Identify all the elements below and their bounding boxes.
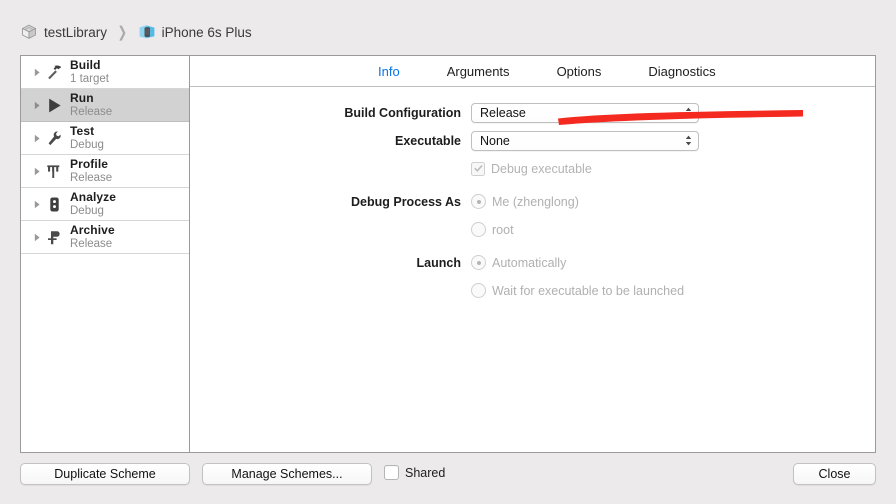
sidebar-item-subtitle: Debug bbox=[70, 204, 104, 217]
breadcrumb-project-label: testLibrary bbox=[44, 24, 108, 40]
info-form: Build Configuration Release Executable N… bbox=[190, 87, 875, 301]
sidebar-item-analyze[interactable]: Analyze Debug bbox=[21, 188, 189, 221]
launch-option-wait[interactable]: Wait for executable to be launched bbox=[471, 283, 684, 298]
tab-options[interactable]: Options bbox=[557, 64, 602, 79]
breadcrumb-separator: ❯ bbox=[117, 24, 128, 41]
bottom-button-bar: Duplicate Scheme Manage Schemes... Share… bbox=[0, 459, 896, 504]
scheme-detail-pane: Info Arguments Options Diagnostics Build… bbox=[190, 56, 875, 452]
scheme-action-list: Build 1 target Run Release Test Debug Pr… bbox=[21, 56, 190, 452]
stepper-icon[interactable] bbox=[684, 106, 693, 119]
sidebar-item-subtitle: Release bbox=[70, 105, 113, 118]
chevron-right-icon[interactable] bbox=[31, 200, 43, 209]
row-build-configuration: Build Configuration Release bbox=[190, 102, 875, 123]
row-executable: Executable None bbox=[190, 130, 875, 151]
sidebar-item-run[interactable]: Run Release bbox=[21, 89, 189, 122]
launch-option-automatically[interactable]: Automatically bbox=[471, 255, 566, 270]
radio-selected-icon bbox=[471, 194, 486, 209]
row-launch-wait: Wait for executable to be launched bbox=[190, 280, 875, 301]
hammer-icon bbox=[43, 63, 65, 82]
tab-diagnostics[interactable]: Diagnostics bbox=[648, 64, 715, 79]
radio-unselected-icon bbox=[471, 283, 486, 298]
shared-checkbox[interactable]: Shared bbox=[384, 465, 445, 480]
chevron-right-icon[interactable] bbox=[31, 233, 43, 242]
checkmark-icon bbox=[471, 161, 485, 176]
play-icon bbox=[43, 96, 65, 115]
breadcrumb-item-project[interactable]: testLibrary bbox=[20, 23, 107, 41]
sidebar-item-title: Analyze bbox=[70, 190, 117, 205]
tab-arguments[interactable]: Arguments bbox=[447, 64, 510, 79]
shared-label: Shared bbox=[405, 465, 446, 480]
debug-executable-checkbox[interactable]: Debug executable bbox=[471, 161, 592, 176]
checkbox-icon bbox=[384, 465, 399, 480]
chevron-right-icon[interactable] bbox=[31, 167, 43, 176]
debug-process-as-option-me[interactable]: Me (zhenglong) bbox=[471, 194, 579, 209]
build-configuration-value: Release bbox=[480, 105, 526, 120]
analyze-icon bbox=[43, 195, 65, 214]
close-button[interactable]: Close bbox=[793, 463, 876, 485]
sidebar-item-test[interactable]: Test Debug bbox=[21, 122, 189, 155]
debug-process-as-label: Debug Process As bbox=[351, 194, 461, 209]
radio-unselected-icon bbox=[471, 222, 486, 237]
executable-select[interactable]: None bbox=[471, 130, 699, 151]
stepper-icon[interactable] bbox=[684, 134, 693, 147]
launch-label: Launch bbox=[416, 255, 461, 270]
archive-icon bbox=[43, 228, 65, 247]
breadcrumb-item-destination[interactable]: iPhone 6s Plus bbox=[138, 23, 252, 41]
sidebar-item-archive[interactable]: Archive Release bbox=[21, 221, 189, 254]
debug-process-as-option-label: root bbox=[492, 222, 514, 237]
debug-process-as-option-root[interactable]: root bbox=[471, 222, 514, 237]
executable-value: None bbox=[480, 133, 510, 148]
debug-executable-label: Debug executable bbox=[491, 161, 592, 176]
sidebar-item-subtitle: 1 target bbox=[70, 72, 109, 85]
chevron-right-icon[interactable] bbox=[31, 101, 43, 110]
radio-selected-icon bbox=[471, 255, 486, 270]
row-debug-process-as-root: root bbox=[190, 219, 875, 240]
manage-schemes-button[interactable]: Manage Schemes... bbox=[202, 463, 372, 485]
breadcrumb-destination-label: iPhone 6s Plus bbox=[161, 24, 252, 40]
sidebar-item-subtitle: Release bbox=[70, 237, 113, 250]
row-debug-executable: Debug executable bbox=[190, 158, 875, 179]
launch-option-label: Wait for executable to be launched bbox=[492, 283, 685, 298]
gauge-icon bbox=[43, 162, 65, 181]
sidebar-item-title: Profile bbox=[70, 157, 109, 172]
debug-process-as-option-label: Me (zhenglong) bbox=[492, 194, 579, 209]
sidebar-item-subtitle: Debug bbox=[70, 138, 104, 151]
sidebar-item-subtitle: Release bbox=[70, 171, 113, 184]
duplicate-scheme-button[interactable]: Duplicate Scheme bbox=[20, 463, 190, 485]
wrench-icon bbox=[43, 129, 65, 148]
executable-label: Executable bbox=[394, 133, 461, 148]
row-launch: Launch Automatically bbox=[190, 252, 875, 273]
chevron-right-icon[interactable] bbox=[31, 68, 43, 77]
simulator-icon bbox=[138, 23, 156, 41]
scheme-editor-panel: Build 1 target Run Release Test Debug Pr… bbox=[20, 55, 876, 453]
launch-option-label: Automatically bbox=[492, 255, 567, 270]
build-configuration-label: Build Configuration bbox=[344, 105, 461, 120]
chevron-right-icon[interactable] bbox=[31, 134, 43, 143]
tab-info[interactable]: Info bbox=[378, 64, 400, 79]
build-configuration-select[interactable]: Release bbox=[471, 102, 699, 123]
sidebar-item-profile[interactable]: Profile Release bbox=[21, 155, 189, 188]
framework-icon bbox=[20, 23, 38, 41]
sidebar-item-build[interactable]: Build 1 target bbox=[21, 56, 189, 89]
tab-bar: Info Arguments Options Diagnostics bbox=[190, 56, 875, 87]
sidebar-item-title: Archive bbox=[70, 223, 115, 238]
sidebar-item-title: Build bbox=[70, 58, 101, 73]
sidebar-item-title: Test bbox=[70, 124, 95, 139]
row-debug-process-as: Debug Process As Me (zhenglong) bbox=[190, 191, 875, 212]
breadcrumb: testLibrary ❯ iPhone 6s Plus bbox=[20, 20, 252, 44]
sidebar-item-title: Run bbox=[70, 91, 94, 106]
